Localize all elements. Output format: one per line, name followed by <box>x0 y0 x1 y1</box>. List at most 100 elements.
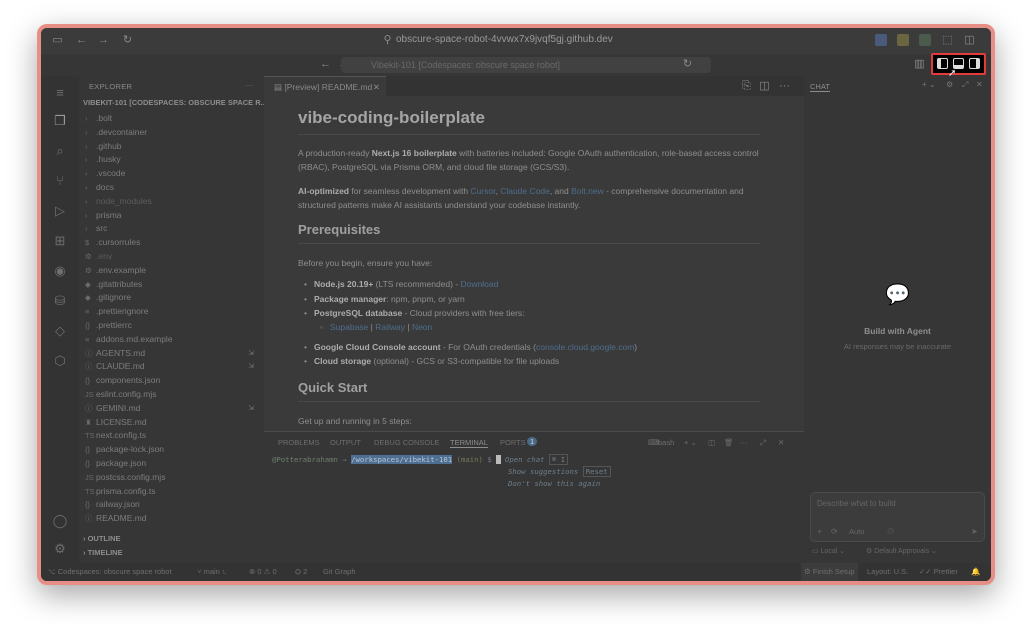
source-control-icon[interactable]: ⑂ <box>51 172 69 190</box>
file-item[interactable]: ⓘ CLAUDE.md ⇲ <box>85 360 260 373</box>
chat-input-box[interactable]: Describe what to build + ⟳ Auto ⚇ ➤ <box>810 492 985 542</box>
tab-readme-preview[interactable]: ▤ [Preview] README.md ✕ <box>264 76 386 96</box>
forward-icon[interactable]: → <box>97 34 110 47</box>
copilot-icon[interactable]: ↻ <box>681 58 694 71</box>
railway-link[interactable]: Railway <box>375 322 405 332</box>
split-editor-icon[interactable]: ◫ <box>758 80 771 93</box>
hint-dont-show[interactable]: Don't show this again <box>272 479 611 488</box>
file-item[interactable]: {} railway.json <box>85 498 260 511</box>
containers-icon[interactable]: ⬡ <box>51 352 69 370</box>
mode-selector[interactable]: Auto <box>849 527 864 536</box>
close-panel-icon[interactable]: ✕ <box>778 438 784 447</box>
file-item[interactable]: ⚙ .env.example <box>85 264 260 277</box>
chat-bubble-icon[interactable] <box>919 34 931 46</box>
notifications-bell-icon[interactable]: 🔔 <box>971 563 980 581</box>
menu-icon[interactable]: ≡ <box>51 84 69 102</box>
chat-title[interactable]: CHAT <box>810 82 830 92</box>
maximize-panel-icon[interactable]: ⤢ <box>760 438 766 448</box>
toggle-secondary-sidebar-icon[interactable] <box>969 58 980 69</box>
terminal-output[interactable]: @Potterabrahamn → /workspaces/vibekit-10… <box>272 454 611 488</box>
account-icon[interactable]: ◯ <box>51 512 69 530</box>
branch-indicator[interactable]: ⑂ main ↻ <box>197 563 226 581</box>
file-item[interactable]: TSprisma.config.ts <box>85 485 260 498</box>
chat-input[interactable]: Describe what to build <box>817 499 896 508</box>
folder-item[interactable]: › node_modules <box>85 195 260 208</box>
folder-item[interactable]: › docs <box>85 181 260 194</box>
supabase-link[interactable]: Supabase <box>330 322 368 332</box>
share-icon[interactable]: ⬚ <box>941 34 954 47</box>
database-icon[interactable]: ⛁ <box>51 292 69 310</box>
ports-indicator[interactable]: ⛭ 2 <box>295 563 307 581</box>
folder-item[interactable]: › .vscode <box>85 167 260 180</box>
download-link[interactable]: Download <box>461 279 499 289</box>
file-item[interactable]: JS postcss.config.mjs <box>85 471 260 484</box>
cursor-link[interactable]: Cursor <box>470 186 495 196</box>
prettier-status[interactable]: ✓✓ Prettier <box>919 563 958 581</box>
explorer-icon[interactable]: ❐ <box>51 112 69 130</box>
folder-item[interactable]: › .husky <box>85 153 260 166</box>
file-item[interactable]: {} package.json <box>85 457 260 470</box>
keyboard-layout[interactable]: Layout: U.S. <box>867 563 908 581</box>
shell-name[interactable]: bash <box>658 438 674 447</box>
split-view-icon[interactable]: ◫ <box>963 34 976 47</box>
workspace-root[interactable]: VIBEKIT-101 [CODESPACES: OBSCURE SPACE R… <box>83 98 267 107</box>
folder-item[interactable]: › .bolt <box>85 112 260 125</box>
file-item[interactable]: ≡ .prettierignore <box>85 305 260 318</box>
neon-link[interactable]: Neon <box>412 322 432 332</box>
hint-show-suggestions[interactable]: Show suggestions <box>508 467 578 476</box>
folder-item[interactable]: › .github <box>85 140 260 153</box>
tab-ports[interactable]: PORTS <box>500 438 526 447</box>
layers-icon[interactable]: ◇ <box>51 322 69 340</box>
new-terminal-icon[interactable]: + ⌄ <box>684 438 697 447</box>
bolt-link[interactable]: Bolt.new <box>571 186 604 196</box>
tools-icon[interactable]: ⟳ <box>831 527 838 536</box>
folder-item[interactable]: › src <box>85 222 260 235</box>
extensions-icon[interactable]: ⊞ <box>51 232 69 250</box>
hint-open-chat[interactable]: Open chat <box>505 455 545 464</box>
tab-debug-console[interactable]: DEBUG CONSOLE <box>374 438 439 447</box>
close-tab-icon[interactable]: ✕ <box>373 77 380 97</box>
problems-indicator[interactable]: ⊗ 0 ⚠ 0 <box>249 563 277 581</box>
google-console-link[interactable]: console.cloud.google.com <box>536 342 634 352</box>
folder-item[interactable]: › prisma <box>85 209 260 222</box>
file-item[interactable]: {} components.json <box>85 374 260 387</box>
approvals-selector[interactable]: ⚙ Default Approvals ⌄ <box>866 547 937 555</box>
more-actions-icon[interactable]: ··· <box>245 80 254 90</box>
address-bar[interactable]: obscure-space-robot-4vvwx7x9jvqf5gj.gith… <box>396 34 613 45</box>
back-icon[interactable]: ← <box>75 34 88 47</box>
local-selector[interactable]: ▭ Local ⌄ <box>812 547 845 555</box>
split-terminal-icon[interactable]: ◫ <box>708 438 715 447</box>
remote-indicator[interactable]: ⌥ Codespaces: obscure space robot <box>47 563 172 581</box>
sidebar-toggle-icon[interactable]: ▭ <box>51 34 64 47</box>
tab-output[interactable]: OUTPUT <box>330 438 361 447</box>
file-item[interactable]: {} package-lock.json <box>85 443 260 456</box>
git-graph-button[interactable]: Git Graph <box>323 563 356 581</box>
file-item[interactable]: ⚙ .env <box>85 250 260 263</box>
file-item[interactable]: ◆ .gitattributes <box>85 278 260 291</box>
file-item[interactable]: TSnext.config.ts <box>85 429 260 442</box>
finish-setup-button[interactable]: ⚙ Finish Setup <box>801 563 858 581</box>
file-item[interactable]: ⓘ AGENTS.md ⇲ <box>85 347 260 360</box>
file-item[interactable]: ♜ LICENSE.md <box>85 416 260 429</box>
run-debug-icon[interactable]: ▷ <box>51 202 69 220</box>
extension-icon[interactable] <box>875 34 887 46</box>
customize-layout-icon[interactable]: ▥ <box>913 58 926 71</box>
send-icon[interactable]: ➤ <box>971 527 978 536</box>
command-center-search[interactable]: Vibekit-101 [Codespaces: obscure space r… <box>341 57 711 73</box>
open-source-icon[interactable]: ⎘ <box>740 80 753 93</box>
search-icon[interactable]: ⌕ <box>51 142 69 160</box>
file-item[interactable]: ⓘ README.md <box>85 512 260 525</box>
file-item[interactable]: ≡ addons.md.example <box>85 333 260 346</box>
tab-terminal[interactable]: TERMINAL <box>450 438 488 448</box>
folder-item[interactable]: › .devcontainer <box>85 126 260 139</box>
settings-gear-icon[interactable]: ⚙ <box>51 540 69 558</box>
file-item[interactable]: JS eslint.config.mjs <box>85 388 260 401</box>
outline-section[interactable]: › OUTLINE <box>83 534 121 543</box>
nav-back-icon[interactable]: ← <box>319 58 332 71</box>
panel-more-icon[interactable]: ··· <box>740 438 748 447</box>
file-item[interactable]: $ .cursorrules <box>85 236 260 249</box>
file-item[interactable]: ⓘ GEMINI.md ⇲ <box>85 402 260 415</box>
model-icon[interactable]: ⚇ <box>887 527 894 536</box>
reload-icon[interactable]: ↻ <box>121 34 134 47</box>
claude-code-link[interactable]: Claude Code <box>500 186 550 196</box>
